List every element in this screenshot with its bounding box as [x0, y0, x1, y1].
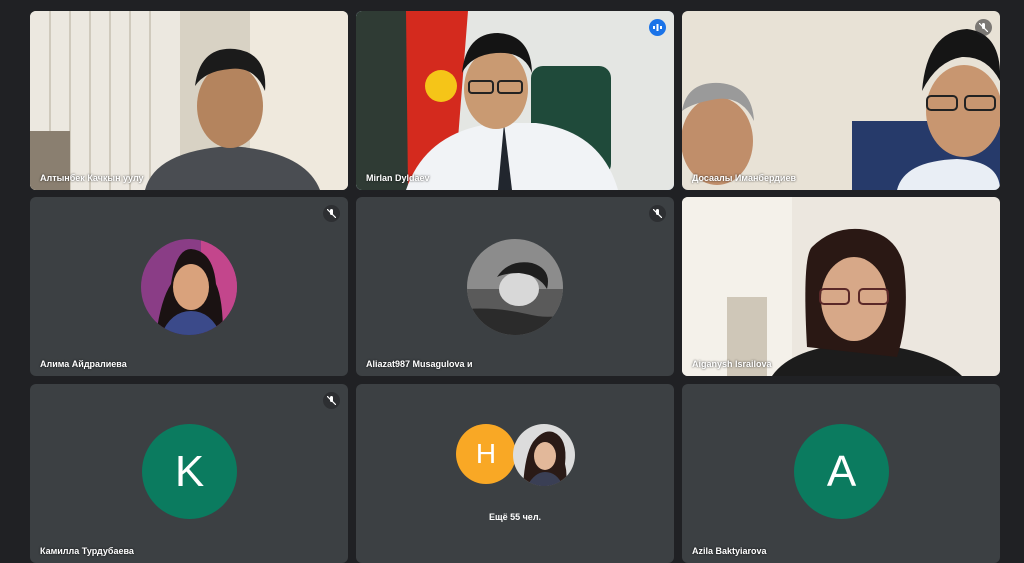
avatar — [467, 239, 563, 335]
mic-off-icon — [323, 205, 340, 222]
participant-name: Камилла Турдубаева — [40, 546, 134, 556]
participant-tile-altynbek[interactable]: Алтынбек Качкын уулу — [30, 11, 348, 190]
video-feed — [682, 11, 1000, 190]
participant-tile-alima[interactable]: Алима Айдралиева — [30, 197, 348, 376]
avatar — [513, 424, 575, 486]
participant-tile-aliazat[interactable]: Aliazat987 Musagulova и — [356, 197, 674, 376]
mic-off-icon — [323, 392, 340, 409]
participant-tile-kamilla[interactable]: K Камилла Турдубаева — [30, 384, 348, 563]
speaking-indicator-icon — [649, 19, 666, 36]
participant-name: Досаалы Иманбердиев — [692, 173, 797, 183]
mic-off-icon — [975, 19, 992, 36]
mic-off-icon — [649, 205, 666, 222]
video-feed — [30, 11, 348, 190]
participant-name: Mirlan Dyldaev — [366, 173, 430, 183]
participant-name: Azila Baktyiarova — [692, 546, 767, 556]
participant-tile-aiganysh[interactable]: Aiganysh Israilova — [682, 197, 1000, 376]
video-feed — [682, 197, 1000, 376]
participant-name: Алима Айдралиева — [40, 359, 127, 369]
meeting-grid: Алтынбек Качкын уулу Mirlan Dyldaev Доса… — [0, 0, 1024, 563]
participant-name: Алтынбек Качкын уулу — [40, 173, 144, 183]
participant-name: Aiganysh Israilova — [692, 359, 772, 369]
avatar-initial: A — [794, 424, 889, 519]
participant-tile-dosaaly[interactable]: Досаалы Иманбердиев — [682, 11, 1000, 190]
participant-tile-mirlan[interactable]: Mirlan Dyldaev — [356, 11, 674, 190]
avatar — [141, 239, 237, 335]
participant-tile-azila[interactable]: A Azila Baktyiarova — [682, 384, 1000, 563]
more-participants-label: Ещё 55 чел. — [488, 512, 542, 522]
video-feed — [356, 11, 674, 190]
participant-name: Aliazat987 Musagulova и — [366, 359, 473, 369]
more-participants-tile[interactable]: H Ещё 55 чел. — [356, 384, 674, 563]
avatar-initial: K — [142, 424, 237, 519]
avatar-initial: H — [456, 424, 516, 484]
